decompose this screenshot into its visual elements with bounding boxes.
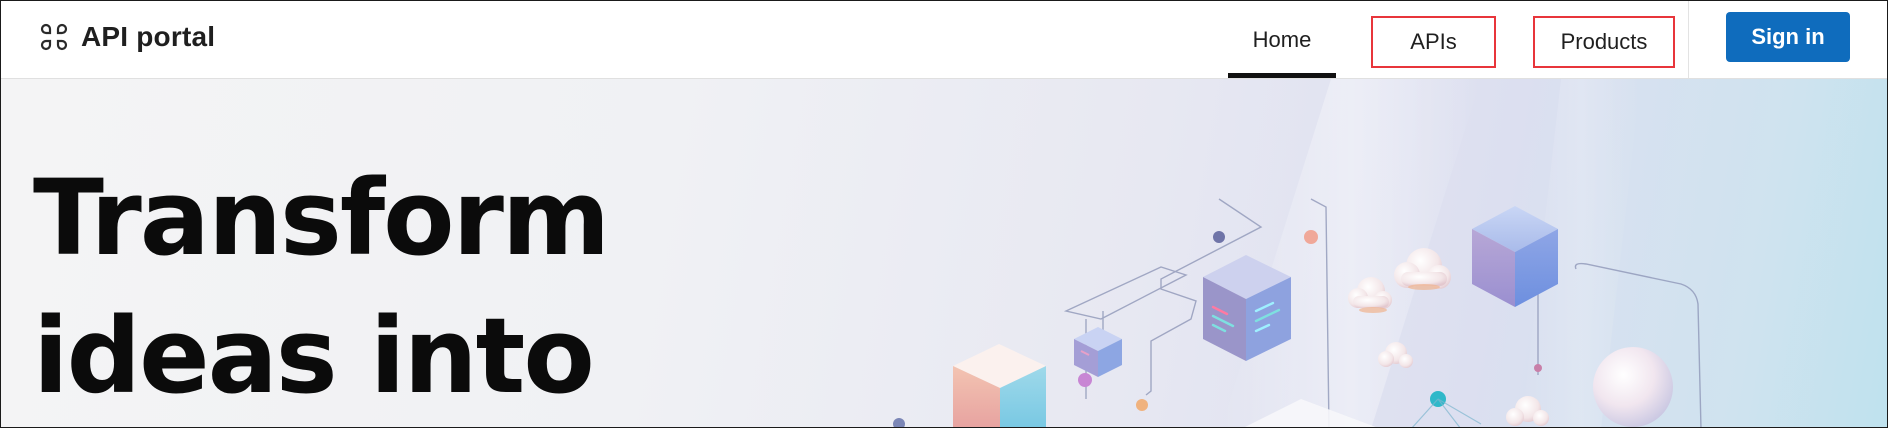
nav-apis-label: APIs [1410, 29, 1457, 54]
cube-code [1203, 255, 1291, 361]
nav-apis[interactable]: APIs [1371, 16, 1496, 68]
nav-products-label: Products [1560, 29, 1648, 54]
cube-peach [953, 344, 1046, 427]
active-tab-indicator [1228, 73, 1336, 78]
cube-small [1074, 327, 1122, 377]
nav-home[interactable]: Home [1228, 1, 1336, 78]
nav-divider [1688, 1, 1689, 78]
nav-products[interactable]: Products [1533, 16, 1675, 68]
app-window: API portal Home APIs Products Sign in Tr… [0, 0, 1888, 428]
hero-title-line-2: ideas into [33, 295, 595, 417]
brand-name[interactable]: API portal [81, 21, 215, 53]
nav-home-label: Home [1252, 26, 1312, 52]
hero-banner: Transform ideas into [1, 79, 1887, 427]
sign-in-button[interactable]: Sign in [1726, 12, 1850, 62]
four-leaf-grid-icon[interactable] [39, 22, 69, 52]
hero-title: Transform ideas into [33, 149, 610, 425]
sphere [1593, 347, 1673, 427]
hero-title-line-1: Transform [33, 157, 610, 279]
top-navbar: API portal Home APIs Products Sign in [1, 1, 1887, 79]
